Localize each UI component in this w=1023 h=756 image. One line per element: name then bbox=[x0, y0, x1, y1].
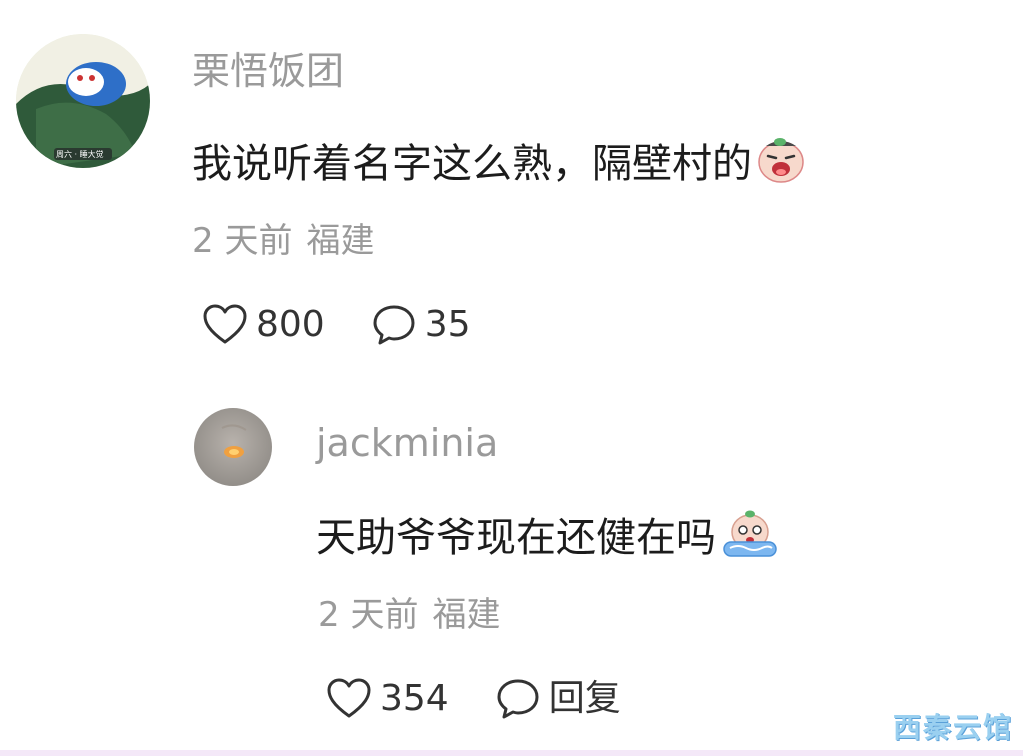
crying-face-emoji-icon bbox=[756, 136, 806, 191]
bottom-bar bbox=[0, 750, 1023, 756]
reply-count-button[interactable]: 35 bbox=[371, 304, 471, 346]
comment-actions: 354 回复 bbox=[326, 678, 621, 720]
timestamp: 2 天前 bbox=[318, 595, 419, 635]
location: 福建 bbox=[306, 221, 375, 261]
heart-icon bbox=[327, 678, 371, 718]
avatar[interactable]: 周六 · 睡大觉 bbox=[16, 34, 150, 168]
comment-meta: 2 天前 福建 bbox=[192, 224, 374, 258]
like-count: 354 bbox=[380, 678, 449, 719]
like-button[interactable]: 354 bbox=[326, 678, 449, 720]
reply-label: 回复 bbox=[548, 678, 621, 719]
comment-bubble-icon bbox=[373, 305, 415, 345]
username[interactable]: 栗悟饭团 bbox=[192, 52, 344, 90]
crying-tears-emoji-icon bbox=[720, 508, 780, 567]
username[interactable]: jackminia bbox=[316, 424, 498, 462]
reply-button[interactable]: 回复 bbox=[495, 678, 621, 720]
location: 福建 bbox=[432, 595, 501, 635]
comment-text: 天助爷爷现在还健在吗 bbox=[316, 508, 780, 567]
comment-actions: 800 35 bbox=[202, 304, 471, 346]
reply-count: 35 bbox=[424, 304, 471, 345]
comment-body: 我说听着名字这么熟，隔壁村的 bbox=[192, 140, 752, 187]
avatar-label: 周六 · 睡大觉 bbox=[56, 150, 104, 159]
comment-body: 天助爷爷现在还健在吗 bbox=[316, 514, 716, 561]
heart-icon bbox=[203, 304, 247, 344]
comment-meta: 2 天前 福建 bbox=[318, 598, 500, 632]
timestamp: 2 天前 bbox=[192, 221, 293, 261]
comment-bubble-icon bbox=[497, 679, 539, 719]
comment-text: 我说听着名字这么熟，隔壁村的 bbox=[192, 136, 806, 191]
like-count: 800 bbox=[256, 304, 325, 345]
like-button[interactable]: 800 bbox=[202, 304, 325, 346]
watermark: 西秦云馆 bbox=[892, 711, 1013, 744]
avatar[interactable] bbox=[194, 408, 272, 486]
